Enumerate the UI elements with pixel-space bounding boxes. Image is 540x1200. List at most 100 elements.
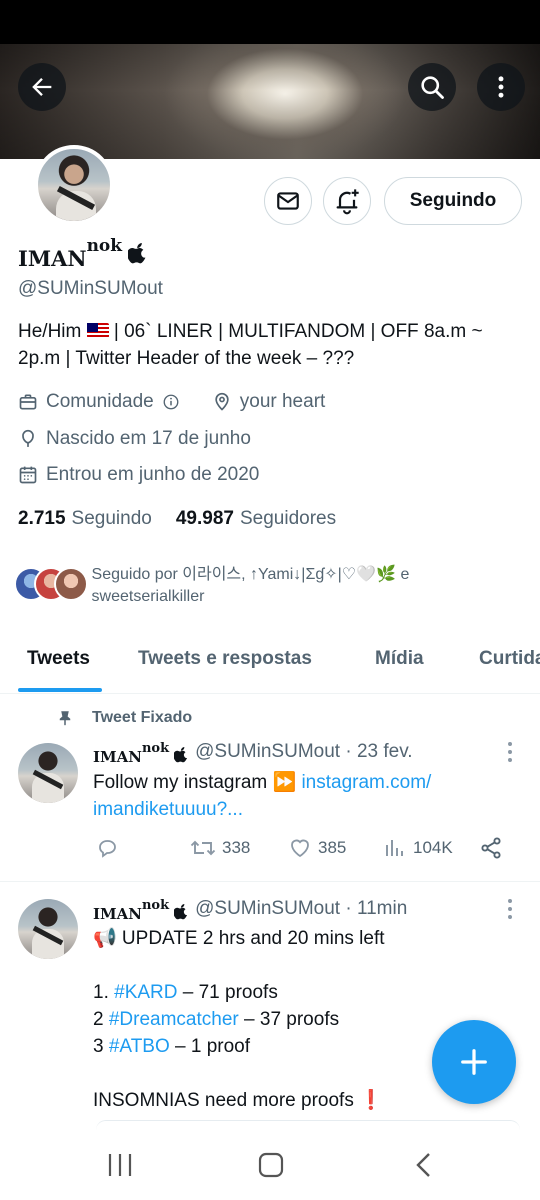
followed-by-text: Seguido por 이라이스, ↑Yami↓|Σɠ✧|♡🤍🌿 e sweet…: [91, 566, 410, 605]
profile-bio: He/Him | 06` LINER | MULTIFANDOM | OFF 8…: [18, 318, 518, 372]
briefcase-icon: [19, 394, 37, 410]
recent-apps-icon[interactable]: [106, 1150, 134, 1180]
reply-icon: [99, 840, 116, 858]
home-icon[interactable]: [257, 1150, 285, 1180]
views-chart-icon: [386, 840, 403, 856]
tweet-line: 1. #KARD – 71 proofs: [93, 979, 493, 1006]
tweet-text-body: Follow my instagram ⏩: [93, 772, 302, 793]
list-suffix: – 1 proof: [169, 1036, 251, 1057]
avatar: [54, 567, 88, 601]
tweet-text: Follow my instagram ⏩ instagram.com/ ima…: [93, 769, 493, 823]
bell-plus-icon: [336, 189, 359, 215]
followed-by-avatars: [14, 564, 90, 604]
like-button[interactable]: 385: [288, 836, 346, 860]
balloon-icon: [22, 429, 34, 447]
tweet-header: IMAN nok @SUMinSUMout · 11min: [93, 898, 407, 923]
tab-likes[interactable]: Curtidas: [479, 648, 540, 670]
malaysia-flag-icon: [86, 323, 109, 338]
pin-icon: [59, 711, 71, 726]
back-nav-icon[interactable]: [412, 1150, 436, 1180]
embedded-card-edge: [96, 1120, 520, 1130]
followers-count: 49.987: [175, 508, 234, 529]
bio-text-start: He/Him: [18, 321, 87, 342]
info-icon[interactable]: [162, 393, 180, 411]
more-options-button[interactable]: [477, 63, 525, 111]
views-button[interactable]: 104K: [383, 836, 453, 860]
tweet-line: INSOMNIAS need more proofs ❗: [93, 1090, 383, 1111]
message-button[interactable]: [264, 177, 312, 225]
profile-handle: @SUMinSUMout: [18, 278, 163, 299]
profile-tabs: Tweets Tweets e respostas Mídia Curtidas: [0, 636, 540, 694]
tweet-avatar[interactable]: [18, 743, 78, 803]
retweet-button[interactable]: 338: [190, 836, 250, 860]
followed-by[interactable]: Seguido por 이라이스, ↑Yami↓|Σɠ✧|♡🤍🌿 e sweet…: [14, 564, 524, 608]
tweet-line: 📢 UPDATE 2 hrs and 20 mins left: [93, 928, 385, 949]
system-navigation-bar: [0, 1132, 540, 1200]
following-count: 2.715: [18, 508, 66, 529]
tweet-handle-time[interactable]: @SUMinSUMout · 11min: [195, 898, 407, 920]
tweet-actions: 338 385 104K: [93, 836, 513, 866]
tweet-author-name[interactable]: IMAN: [93, 748, 142, 766]
tweet-author-name[interactable]: IMAN: [93, 905, 142, 923]
pinned-tweet-label: Tweet Fixado: [56, 708, 192, 728]
profile-category[interactable]: Comunidade: [46, 391, 154, 413]
tweet-header: IMAN nok @SUMinSUMout · 23 fev.: [93, 741, 413, 766]
profile-birthday-row: Nascido em 17 de junho: [18, 428, 251, 450]
compose-tweet-button[interactable]: [432, 1020, 516, 1104]
calendar-icon: [19, 466, 37, 484]
notifications-button[interactable]: [323, 177, 371, 225]
tab-media[interactable]: Mídia: [375, 648, 424, 670]
tab-tweets[interactable]: Tweets: [27, 648, 90, 670]
profile-name: IMAN nok: [18, 236, 148, 271]
more-vertical-icon: [498, 76, 504, 98]
tweet-author-name-sup[interactable]: nok: [142, 898, 169, 913]
list-suffix: – 71 proofs: [177, 982, 278, 1003]
active-tab-indicator: [18, 688, 102, 692]
profile-joined-row: Entrou em junho de 2020: [18, 464, 259, 486]
profile-meta-row: Comunidade your heart: [18, 391, 325, 413]
list-suffix: – 37 proofs: [238, 1009, 340, 1030]
following-button[interactable]: Seguindo: [384, 177, 522, 225]
tweet-text: 📢 UPDATE 2 hrs and 20 mins left 1. #KARD…: [93, 925, 493, 1114]
tweet-avatar[interactable]: [18, 899, 78, 959]
profile-avatar[interactable]: [34, 145, 114, 225]
plus-icon: [461, 1049, 487, 1075]
status-bar: [0, 0, 540, 44]
apple-icon: [174, 904, 188, 920]
location-pin-icon: [215, 392, 229, 411]
views-count: 104K: [413, 838, 453, 857]
tweet-author-name-sup[interactable]: nok: [142, 741, 169, 756]
list-prefix: 3: [93, 1036, 109, 1057]
hashtag-link[interactable]: #Dreamcatcher: [109, 1009, 239, 1030]
search-button[interactable]: [408, 63, 456, 111]
reply-button[interactable]: [95, 836, 125, 860]
hashtag-link[interactable]: #KARD: [114, 982, 177, 1003]
search-icon: [421, 76, 444, 99]
retweet-icon: [190, 840, 216, 856]
followers-label: Seguidores: [239, 508, 337, 529]
more-vertical-icon[interactable]: [502, 898, 518, 920]
arrow-left-icon: [32, 78, 52, 96]
profile-name-text: IMAN: [18, 246, 87, 271]
following-count-link[interactable]: 2.715 Seguindo: [18, 508, 152, 530]
pinned-tweet-text: Tweet Fixado: [92, 709, 193, 726]
followers-count-link[interactable]: 49.987 Seguidores: [176, 508, 336, 530]
list-prefix: 1.: [93, 982, 115, 1003]
envelope-icon: [277, 192, 299, 210]
profile-header-image[interactable]: [0, 44, 540, 159]
share-icon: [481, 837, 501, 859]
more-vertical-icon[interactable]: [502, 741, 518, 763]
profile-birthday: Nascido em 17 de junho: [46, 428, 251, 449]
like-count: 385: [318, 838, 347, 857]
share-button[interactable]: [479, 836, 509, 860]
tab-tweets-and-replies[interactable]: Tweets e respostas: [138, 648, 312, 670]
tweet-handle-time[interactable]: @SUMinSUMout · 23 fev.: [195, 741, 412, 763]
tweet-line: 2 #Dreamcatcher – 37 proofs: [93, 1006, 493, 1033]
profile-joined: Entrou em junho de 2020: [46, 464, 260, 485]
profile-name-superscript: nok: [86, 236, 123, 256]
follow-counts: 2.715 Seguindo 49.987 Seguidores: [18, 508, 360, 530]
profile-location: your heart: [239, 391, 326, 412]
back-button[interactable]: [18, 63, 66, 111]
tweet-divider: [0, 881, 540, 882]
hashtag-link[interactable]: #ATBO: [109, 1036, 170, 1057]
